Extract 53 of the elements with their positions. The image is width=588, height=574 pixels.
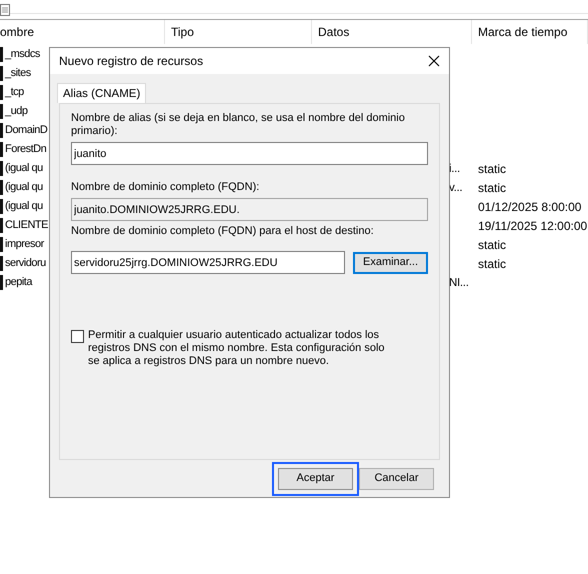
field-label: Nombre de alias (si se deja en blanco, se usa el nombre del dominio primario): <box>71 112 406 138</box>
table-cell[interactable]: servidoru <box>5 255 46 272</box>
column-header[interactable]: Datos <box>312 20 472 44</box>
table-cell[interactable]: ForestDn <box>5 141 46 158</box>
record-icon <box>0 256 3 271</box>
record-icon <box>0 275 3 290</box>
table-cell[interactable]: CLIENTE <box>5 217 48 234</box>
table-cell: NI... <box>449 277 469 289</box>
table-cell-text: static <box>477 238 506 252</box>
record-icon <box>0 47 3 62</box>
table-cell[interactable]: pepita <box>5 274 32 291</box>
fqdn-field[interactable]: juanito.DOMINIOW25JRRG.EDU. <box>71 198 428 221</box>
record-icon <box>0 104 3 119</box>
table-cell: i... <box>449 163 460 175</box>
table-cell-text: static <box>477 180 506 195</box>
record-icon <box>0 66 3 81</box>
table-cell-text: static <box>477 162 506 176</box>
record-icon <box>0 218 3 233</box>
dialog-title: Nuevo registro de recursos <box>59 53 204 70</box>
target-host-field[interactable]: servidoru25jrrg.DOMINIOW25JRRG.EDU <box>71 251 345 274</box>
record-icon <box>0 142 3 157</box>
table-cell[interactable]: (igual qu <box>5 160 43 177</box>
column-header[interactable]: Marca de tiempo <box>472 20 588 44</box>
table-cell[interactable]: _sites <box>5 65 31 82</box>
record-icon <box>0 85 3 100</box>
dialog-button[interactable]: Aceptar <box>278 468 353 490</box>
field-label: Nombre de dominio completo (FQDN) para el host de destino: <box>71 225 375 238</box>
record-icon <box>0 237 3 252</box>
record-icon <box>0 180 3 196</box>
document-icon <box>0 4 11 16</box>
table-cell-text: 19/11/2025 12:00:00 <box>477 218 588 232</box>
browse-button[interactable]: Examinar... <box>353 252 428 274</box>
record-icon <box>0 161 3 176</box>
record-icon <box>0 123 3 138</box>
checkbox-label: Permitir a cualquier usuario autenticado actualizar todos los registros DNS con el mismo nombre. Esta configuración solo se aplica a registros DNS para un nombre nuevo. <box>88 329 386 368</box>
table-cell[interactable]: _msdcs <box>5 46 40 63</box>
column-header[interactable]: ombre <box>0 20 165 44</box>
field-label: Nombre de dominio completo (FQDN): <box>71 181 260 194</box>
tab[interactable]: Alias (CNAME) <box>57 83 146 103</box>
column-header[interactable]: Tipo <box>165 20 312 44</box>
close-icon[interactable] <box>428 55 440 67</box>
alias-field[interactable]: juanito <box>71 142 428 165</box>
checkbox[interactable] <box>71 330 84 343</box>
dialog-button[interactable]: Cancelar <box>359 468 434 490</box>
table-cell[interactable]: DomainD <box>5 122 48 139</box>
table-cell[interactable]: (igual qu <box>5 179 43 196</box>
table-cell[interactable]: _tcp <box>5 84 24 101</box>
table-cell[interactable]: impresor <box>5 236 44 253</box>
record-icon <box>0 199 3 214</box>
table-cell-text: static <box>477 256 506 270</box>
table-cell-text: 01/12/2025 8:00:00 <box>477 200 582 214</box>
table-cell[interactable]: _udp <box>5 103 28 120</box>
table-cell[interactable]: (igual qu <box>5 198 43 215</box>
